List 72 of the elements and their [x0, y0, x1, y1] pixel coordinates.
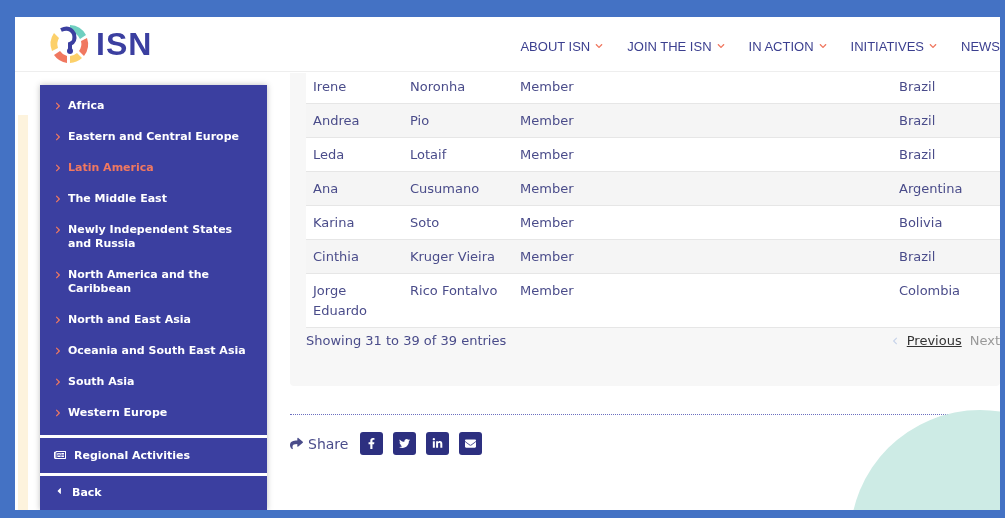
logo-text: ISN	[96, 25, 153, 63]
chevron-right-icon	[54, 195, 62, 203]
table-cell-text: Member	[520, 180, 575, 198]
table-cell-text: Member	[520, 214, 575, 232]
table-cell-text: Member	[520, 112, 575, 130]
table-cell-text: Ana	[313, 180, 340, 198]
table-cell-text: Brazil	[899, 78, 937, 96]
chevron-right-icon	[54, 378, 62, 386]
email-share-button[interactable]	[459, 432, 483, 455]
sidebar-item[interactable]: The Middle East	[40, 184, 267, 215]
chevron-right-icon	[54, 164, 62, 172]
nav-link[interactable]: NEWS	[961, 38, 1000, 54]
table-cell-text: Member	[520, 78, 575, 96]
table-cell-text: Cinthia	[313, 248, 360, 266]
linkedin-share-button[interactable]	[426, 432, 450, 455]
table-cell-text: Noronha	[410, 78, 467, 96]
table-cell-text: Jorge Eduardo	[313, 282, 368, 320]
table-cell-text: Kruger Vieira	[410, 248, 496, 266]
table-cell-text: Colombia	[899, 282, 962, 300]
share-label: Share	[290, 435, 349, 452]
chevron-right-icon	[54, 316, 62, 324]
table-cell-text: Bolivia	[899, 214, 944, 232]
nav-link[interactable]: INITIATIVES	[850, 38, 937, 54]
linkedin-icon	[432, 438, 444, 449]
entries-info: Showing 31 to 39 of 39 entries	[306, 333, 507, 348]
nav-link[interactable]: IN ACTION	[748, 38, 827, 54]
table-cell-text: Andrea	[313, 112, 361, 130]
sidebar-item[interactable]: Africa	[40, 91, 267, 122]
sidebar-item[interactable]: North America and the Caribbean	[40, 260, 267, 305]
email-icon	[465, 438, 477, 449]
chevron-right-icon	[54, 409, 62, 417]
sidebar-item[interactable]: Eastern and Central Europe	[40, 122, 267, 153]
chevron-down-icon	[818, 42, 827, 50]
nav-link[interactable]: JOIN THE ISN	[627, 38, 725, 54]
sidebar-item[interactable]: Western Europe	[40, 398, 267, 429]
newspaper-icon	[54, 449, 66, 462]
chevron-left-icon	[890, 336, 899, 345]
chevron-right-icon	[54, 102, 62, 110]
facebook-share-button[interactable]	[360, 432, 384, 455]
table-cell-text: Member	[520, 282, 575, 300]
pagination-link[interactable]: Previous	[906, 333, 962, 348]
table-cell-text: Brazil	[899, 112, 937, 130]
sidebar-item[interactable]: Newly Independent States and Russia	[40, 215, 267, 260]
chevron-down-icon	[716, 42, 725, 50]
table-cell-text: Pio	[410, 112, 431, 130]
share-icon	[290, 437, 303, 450]
table-cell-text: Soto	[410, 214, 441, 232]
table-cell-text: Karina	[313, 214, 356, 232]
chevron-right-icon	[54, 133, 62, 141]
twitter-share-button[interactable]	[393, 432, 417, 455]
sidebar-item[interactable]: South Asia	[40, 367, 267, 398]
table-cell-text: Argentina	[899, 180, 964, 198]
chevron-right-icon	[54, 347, 62, 355]
sidebar-item[interactable]: Oceania and South East Asia	[40, 336, 267, 367]
chevron-right-icon	[54, 226, 62, 234]
table-cell-text: Leda	[313, 146, 346, 164]
chevron-down-icon	[595, 42, 604, 50]
table-cell-text: Irene	[313, 78, 348, 96]
table-cell-text: Brazil	[899, 146, 937, 164]
twitter-icon	[399, 438, 411, 449]
table-cell-text: Member	[520, 248, 575, 266]
table-cell-text: Cusumano	[410, 180, 481, 198]
chevron-right-icon	[54, 271, 62, 279]
regional-activities-link[interactable]: Regional Activities	[40, 438, 267, 473]
sidebar-item[interactable]: North and East Asia	[40, 305, 267, 336]
table-cell-text: Brazil	[899, 248, 937, 266]
nav-link[interactable]: ABOUT ISN	[520, 38, 604, 54]
table-cell-text: Lotaif	[410, 146, 448, 164]
back-link[interactable]: Back	[40, 475, 267, 510]
table-cell-text: Member	[520, 146, 575, 164]
table-cell-text: Rico Fontalvo	[410, 282, 499, 300]
chevron-down-icon	[929, 42, 937, 50]
